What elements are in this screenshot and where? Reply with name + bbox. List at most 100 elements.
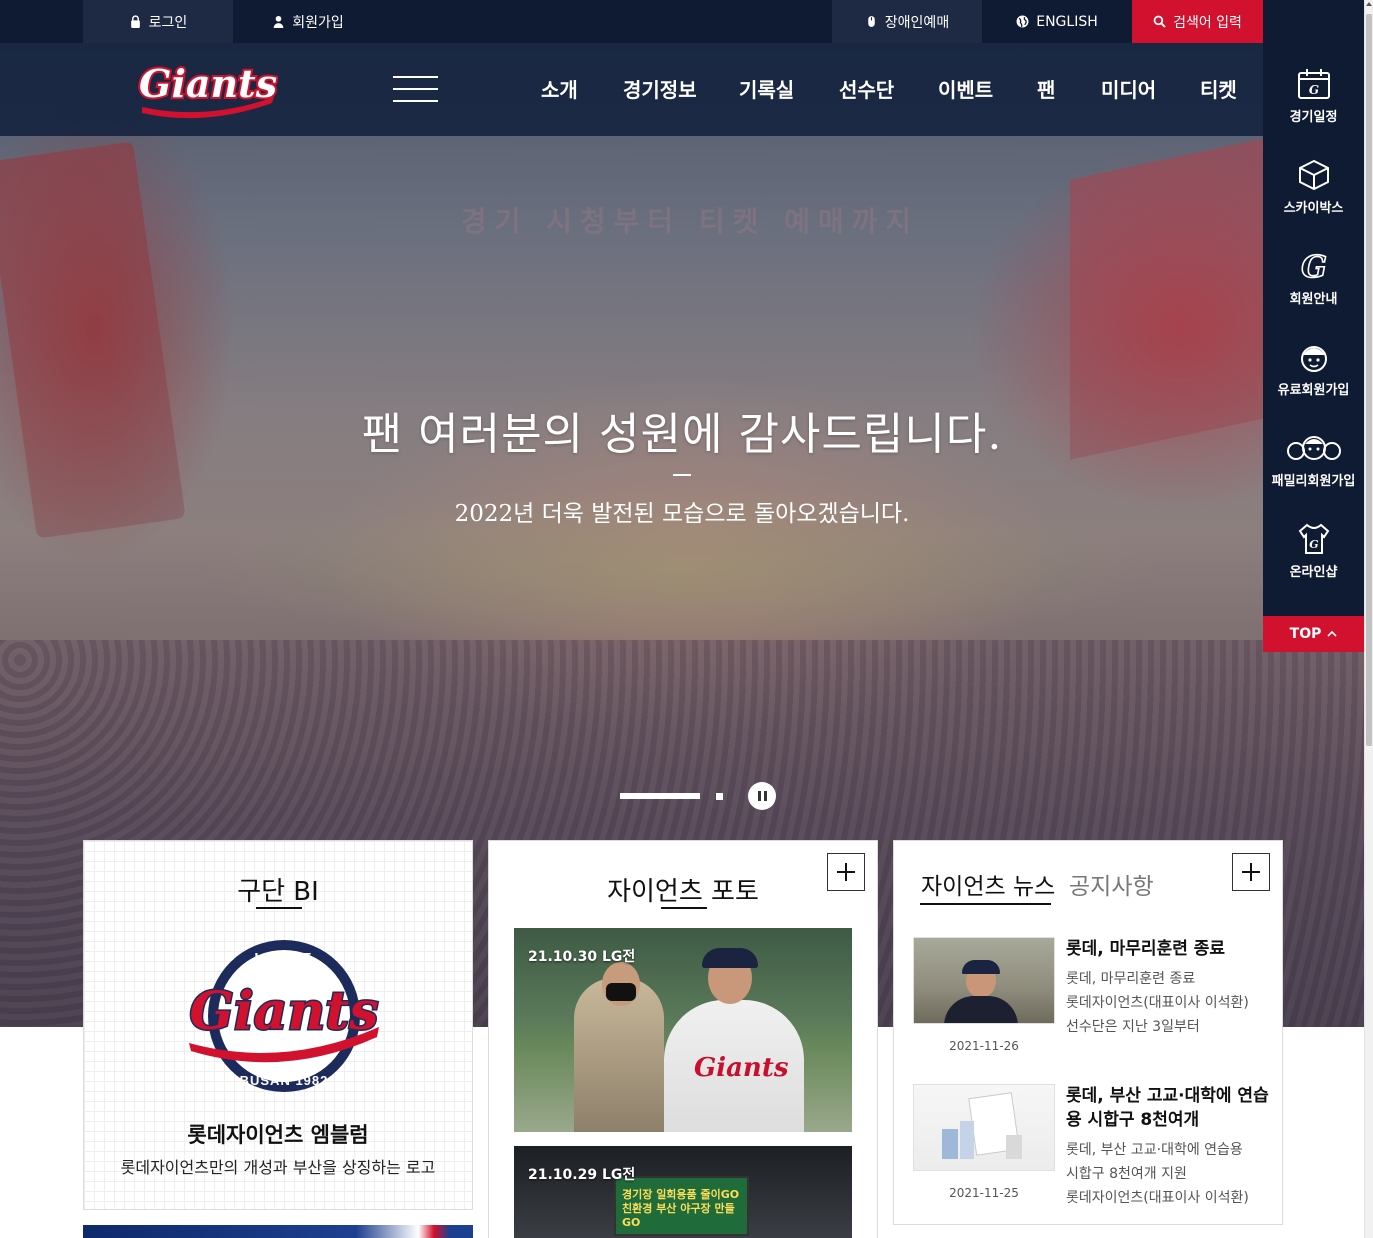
svg-text:G: G [1301,250,1327,282]
club-bi-card: 구단 BI LOTTE BUSAN 1982 Giants 롯데자이언츠 엠블럼… [83,840,473,1210]
quick-menu: G 경기일정 스카이박스 G 회원안내 유료회원가입 패밀리회원가입 G 온라인… [1263,0,1364,652]
active-tab-underline [920,903,1051,905]
photo-caption: 21.10.30 LG전 [528,949,636,965]
giants-emblem[interactable]: LOTTE BUSAN 1982 Giants [179,939,389,1094]
globe-icon [1016,15,1029,28]
english-label: ENGLISH [1036,13,1098,30]
slider-controls [620,781,780,811]
photo-thumbnail[interactable]: Giants 21.10.30 LG전 [514,928,852,1132]
svg-text:G: G [1309,538,1318,551]
photo-card-title: 자이언츠 포토 [607,877,759,907]
scroll-top-button[interactable]: TOP [1263,616,1364,652]
slide-indicator-active[interactable] [620,793,700,799]
quick-item-label: 패밀리회원가입 [1271,474,1356,489]
news-thumbnail [913,1084,1055,1171]
mouse-icon [868,16,875,27]
photo-caption: 21.10.29 LG전 [528,1167,636,1183]
svg-text:G: G [1308,83,1318,97]
news-excerpt: 롯데, 마무리훈련 종료 롯데자이언츠(대표이사 이석환) 선수단은 지난 3일… [1066,967,1271,1039]
quick-item-membership-info[interactable]: G 회원안내 [1263,250,1364,341]
photo-jersey-text: Giants [694,1053,789,1083]
hero-subtitle: 2022년 더욱 발전된 모습으로 돌아오겠습니다. [454,501,910,527]
jersey-icon: G [1298,523,1329,554]
title-underline [661,907,707,909]
nav-item-events[interactable]: 이벤트 [938,74,993,103]
top-label: TOP [1289,626,1322,642]
quick-item-skybox[interactable]: 스카이박스 [1263,159,1364,250]
accessibility-label: 장애인예매 [884,14,950,31]
news-title: 롯데, 부산 고교·대학에 연습용 시합구 8천여개 [1066,1086,1269,1130]
giants-photo-card: 자이언츠 포토 Giants 21.10.30 LG전 경기장 일회용품 줄이G… [488,840,878,1238]
nav-item-game-info[interactable]: 경기정보 [623,74,697,103]
nav-item-players[interactable]: 선수단 [839,74,894,103]
news-date: 2021-11-26 [949,1039,1019,1053]
quick-item-label: 경기일정 [1289,110,1338,125]
quick-item-family-membership[interactable]: 패밀리회원가입 [1263,432,1364,523]
accessibility-ticket-link[interactable]: 장애인예매 [832,0,982,43]
tab-giants-news[interactable]: 자이언츠 뉴스 [921,867,1055,901]
quick-item-label: 회원안내 [1289,292,1338,307]
login-link[interactable]: 로그인 [83,0,233,43]
bi-card-title: 구단 BI [237,877,319,907]
banner-strip[interactable] [83,1225,473,1238]
nav-item-tickets[interactable]: 티켓 [1200,74,1237,103]
join-label: 회원가입 [292,14,344,31]
mascot-icon [1300,346,1327,372]
search-icon [1153,15,1166,28]
pause-button[interactable] [748,782,776,810]
family-icon [1286,436,1341,460]
logo-wordmark: Giants [139,61,277,106]
more-news-button[interactable] [1232,853,1270,891]
quick-item-label: 유료회원가입 [1277,383,1350,398]
photo-player-cap [702,948,758,968]
emblem-description: 롯데자이언츠만의 개성과 부산을 상징하는 로고 [120,1158,436,1177]
photo-scoreboard: 경기장 일회용품 줄이GO 친환경 부산 야구장 만들GO [614,1176,749,1236]
quick-item-paid-membership[interactable]: 유료회원가입 [1263,341,1364,432]
photo-thumbnail[interactable]: 경기장 일회용품 줄이GO 친환경 부산 야구장 만들GO 21.10.29 L… [514,1146,852,1238]
giants-logo[interactable]: Giants [136,57,278,119]
main-navigation: Giants 소개 경기정보 기록실 선수단 이벤트 팬 미디어 티켓 [0,43,1263,136]
quick-item-schedule[interactable]: G 경기일정 [1263,68,1364,159]
scroll-up-arrow[interactable] [1366,2,1372,6]
giants-g-icon: G [1300,250,1327,282]
giants-news-card: 자이언츠 뉴스 공지사항 롯데, 마무리훈련 종료 롯데, 마무리훈련 종료 롯… [893,840,1283,1225]
hamburger-menu-icon[interactable] [393,76,438,102]
hero-ghost-text: 경기 시청부터 티켓 예매까지 [460,205,920,238]
news-title: 롯데, 마무리훈련 종료 [1066,939,1226,959]
scoreboard-line: 경기장 일회용품 줄이GO [622,1188,740,1201]
quick-item-label: 스카이박스 [1283,201,1344,216]
quick-item-online-shop[interactable]: G 온라인샵 [1263,523,1364,614]
nav-item-records[interactable]: 기록실 [739,74,794,103]
english-link[interactable]: ENGLISH [982,0,1132,43]
hero-divider [673,474,691,476]
photo-mask [606,983,636,1001]
nav-item-intro[interactable]: 소개 [541,74,578,103]
slide-indicator[interactable] [716,793,723,800]
news-excerpt-line: 롯데, 부산 고교·대학에 연습용 [1066,1142,1243,1158]
news-excerpt-line: 롯데자이언츠(대표이사 이석환) [1066,995,1249,1011]
scoreboard-line: 친환경 부산 야구장 만들GO [622,1202,735,1229]
search-label: 검색어 입력 [1173,14,1242,31]
news-excerpt-line: 롯데자이언츠(대표이사 이석환) [1066,1190,1249,1206]
search-button[interactable]: 검색어 입력 [1132,0,1263,43]
join-link[interactable]: 회원가입 [233,0,383,43]
nav-item-media[interactable]: 미디어 [1101,74,1156,103]
login-label: 로그인 [148,14,188,31]
news-thumbnail [913,937,1055,1024]
top-utility-bar: 로그인 회원가입 장애인예매 ENGLISH 검색어 입력 [0,0,1263,43]
user-icon [273,15,284,28]
emblem-name: 롯데자이언츠 엠블럼 [187,1123,369,1147]
hero-title: 팬 여러분의 성원에 감사드립니다. [361,409,1003,460]
scoreboard-text: 경기장 일회용품 줄이GO 친환경 부산 야구장 만들GO [622,1188,747,1230]
emblem-wordmark: Giants [190,981,379,1042]
hero-flag-left [0,141,186,539]
page-scrollbar[interactable] [1364,0,1373,1238]
news-excerpt-line: 롯데, 마무리훈련 종료 [1066,971,1196,987]
scroll-thumb[interactable] [1366,14,1372,746]
news-excerpt-line: 선수단은 지난 3일부터 [1066,1019,1200,1035]
news-excerpt: 롯데, 부산 고교·대학에 연습용 시합구 8천여개 지원 롯데자이언츠(대표이… [1066,1138,1271,1210]
emblem-top-text: LOTTE [254,950,313,967]
nav-item-fans[interactable]: 팬 [1037,74,1055,103]
tab-notices[interactable]: 공지사항 [1069,867,1154,901]
more-photos-button[interactable] [827,853,865,891]
